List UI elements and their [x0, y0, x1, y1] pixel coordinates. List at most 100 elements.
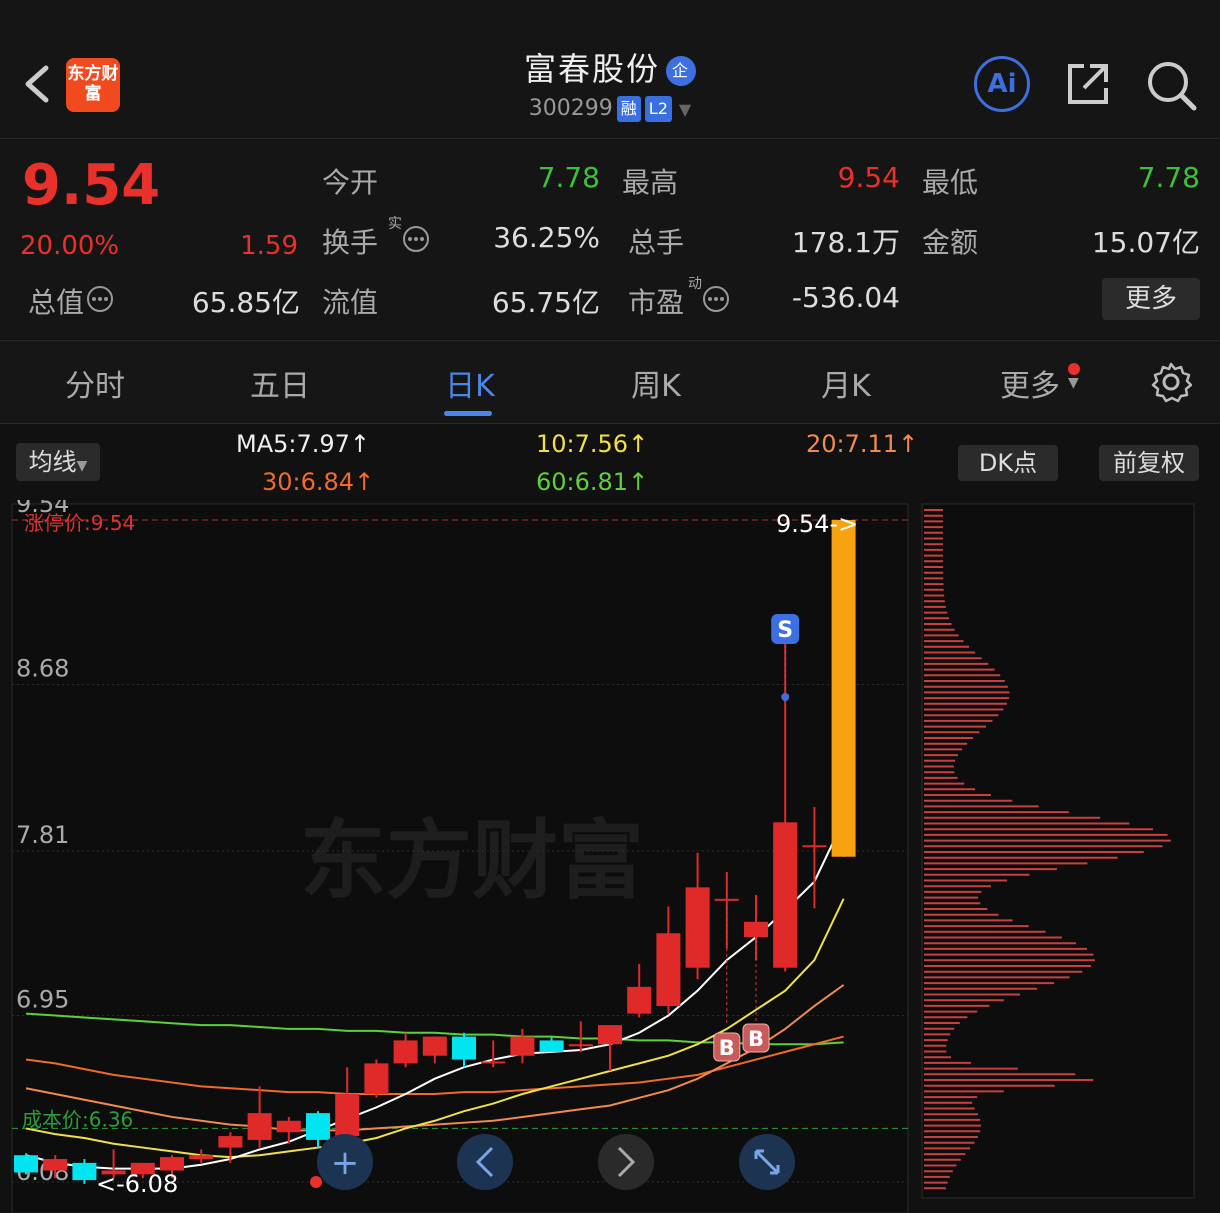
candle-body — [43, 1159, 68, 1171]
marker-dot — [310, 1176, 322, 1188]
stat-label-total-value: 总值 — [28, 286, 85, 319]
more-stats-button[interactable]: 更多 — [1102, 278, 1200, 320]
stat-value-turnover: 36.25% — [493, 221, 600, 254]
stat-value-float-value: 65.75亿 — [491, 286, 600, 319]
selector-caret-icon: ▼ — [76, 458, 88, 474]
limit-up-label: 涨停价:9.54 — [24, 511, 135, 535]
search-icon[interactable] — [1146, 60, 1198, 112]
margin-tag: 融 — [616, 96, 641, 122]
watermark: 东方财富 — [300, 811, 644, 911]
candle-body — [481, 1061, 506, 1064]
stock-name: 富春股份 — [523, 50, 660, 88]
info-dots-icon[interactable] — [402, 225, 430, 253]
candle-body — [247, 1113, 272, 1140]
stat-label-open: 今开 — [322, 166, 379, 199]
stat-label-pe: 市盈 — [628, 286, 685, 319]
stock-code: 300299 — [528, 96, 613, 121]
ai-button[interactable]: Ai — [974, 56, 1030, 112]
candle-body — [452, 1036, 476, 1060]
candle-body — [393, 1040, 418, 1064]
candle-body — [14, 1155, 38, 1173]
stat-value-volume: 178.1万 — [791, 226, 900, 259]
plus-icon: + — [331, 1143, 360, 1183]
top-bar: 东方财富 富春股份企 300299 融 L2 ▼ Ai — [0, 0, 1220, 139]
stat-value-amount: 15.07亿 — [1091, 226, 1200, 259]
settings-gear-icon[interactable] — [1150, 361, 1192, 403]
cost-price-label: 成本价:6.36 — [22, 1107, 133, 1131]
sell-signal-text: S — [777, 618, 793, 643]
quote-panel: 9.54 20.00% 1.59 今开 7.78 最高 9.54 最低 7.78… — [0, 139, 1220, 339]
ai-label: Ai — [987, 69, 1017, 99]
tab-weekly-k[interactable]: 周K — [596, 361, 716, 405]
stat-value-total-value: 65.85亿 — [191, 286, 300, 319]
change-amount: 1.59 — [240, 231, 298, 261]
y-tick-label: 8.68 — [16, 655, 69, 683]
candle-body — [510, 1036, 535, 1056]
buy-signal-text: B — [719, 1036, 735, 1060]
candle-body — [335, 1093, 360, 1137]
stat-value-pe: -536.04 — [791, 281, 900, 314]
forward-adjust-button[interactable]: 前复权 — [1099, 445, 1199, 481]
candle-body — [568, 1044, 593, 1047]
tab-monthly-k[interactable]: 月K — [786, 361, 906, 405]
candle-body — [422, 1036, 447, 1056]
level2-tag: L2 — [644, 96, 672, 122]
kline-chart[interactable]: 东方财富 9.548.687.816.956.08 涨停价:9.54 9.54->… — [0, 500, 1220, 1213]
stat-label-volume: 总手 — [628, 226, 685, 259]
ma20-value: 20:7.11↑ — [806, 430, 919, 458]
dk-point-label: DK点 — [978, 449, 1038, 477]
candle-body — [72, 1162, 97, 1181]
tab-daily-k[interactable]: 日K — [410, 361, 530, 405]
info-dots-icon[interactable] — [86, 285, 114, 313]
tab-intraday[interactable]: 分时 — [35, 361, 155, 405]
share-icon[interactable] — [1064, 60, 1112, 108]
low-price-label: <-6.08 — [96, 1170, 178, 1198]
candle-body — [685, 887, 710, 968]
stat-label-amount: 金额 — [922, 226, 979, 259]
notification-dot — [1068, 363, 1080, 375]
y-tick-label: 7.81 — [16, 821, 69, 849]
candle-body — [539, 1040, 564, 1052]
info-dots-icon[interactable] — [702, 285, 730, 313]
last-price-label: 9.54-> — [776, 510, 858, 538]
buy-signal-text: B — [748, 1027, 764, 1051]
ma10-value: 10:7.56↑ — [536, 430, 649, 458]
candle-body — [598, 1025, 622, 1045]
stat-label-float-value: 流值 — [322, 286, 379, 319]
more-dropdown-icon: ▼ — [1068, 375, 1079, 391]
stock-subtitle[interactable]: 300299 融 L2 ▼ — [0, 96, 1220, 122]
indicator-selector[interactable]: 均线▼ — [16, 443, 100, 481]
forward-adjust-label: 前复权 — [1113, 449, 1185, 477]
period-tabs: 分时 五日 日K 周K 月K 更多 ▼ — [0, 340, 1220, 424]
stat-sup-turnover: 实 — [388, 216, 402, 232]
candle-body — [306, 1113, 330, 1140]
candle-body — [656, 933, 681, 1006]
scroll-left-button[interactable] — [457, 1134, 513, 1190]
candle-body — [160, 1157, 184, 1171]
ma5-value: MA5:7.97↑ — [236, 430, 371, 458]
stat-label-low: 最低 — [922, 166, 979, 199]
change-percent: 20.00% — [20, 231, 120, 261]
indicator-selector-label: 均线 — [28, 448, 77, 476]
active-tab-indicator — [444, 411, 492, 416]
candle-body — [627, 986, 652, 1014]
candle-body — [773, 822, 798, 968]
scroll-right-button[interactable] — [598, 1134, 654, 1190]
candle-body — [831, 520, 856, 857]
y-tick-label: 6.95 — [16, 986, 69, 1014]
current-price: 9.54 — [22, 153, 161, 218]
stock-title: 富春股份企 — [0, 44, 1220, 90]
tab-five-day[interactable]: 五日 — [220, 361, 340, 405]
dk-point-button[interactable]: DK点 — [958, 445, 1058, 481]
stat-value-high: 9.54 — [837, 161, 900, 194]
stat-label-turnover: 换手 — [322, 226, 379, 259]
sell-signal-dot — [781, 693, 790, 701]
candle-body — [189, 1155, 214, 1160]
enterprise-badge: 企 — [666, 56, 696, 86]
candle-body — [802, 845, 827, 848]
stat-label-high: 最高 — [622, 166, 679, 199]
candle-body — [276, 1120, 301, 1133]
candle-body — [364, 1063, 389, 1094]
candle-body — [744, 921, 768, 938]
stat-value-low: 7.78 — [1137, 161, 1200, 194]
